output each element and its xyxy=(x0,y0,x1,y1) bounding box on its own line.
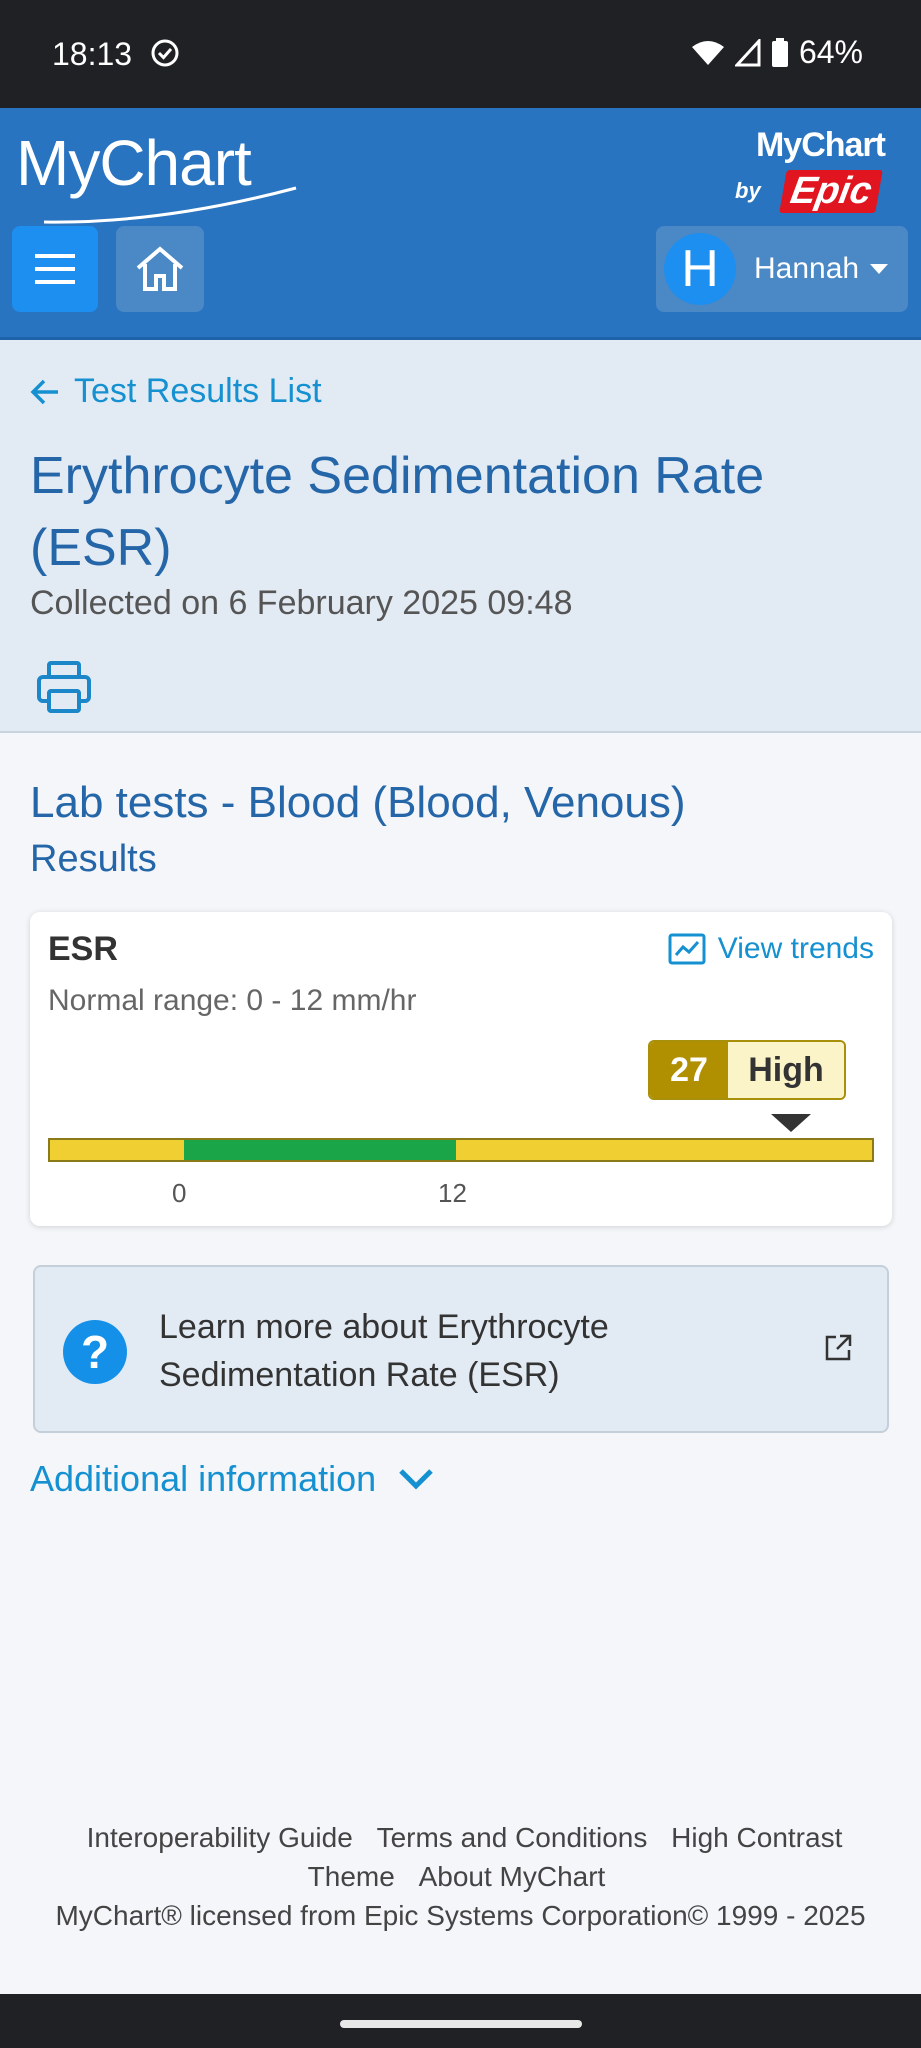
result-marker xyxy=(771,1114,811,1132)
navigation-bar xyxy=(0,1994,921,2048)
user-name: Hannah xyxy=(754,252,860,285)
range-high-label: 12 xyxy=(438,1178,467,1208)
result-card: ESR View trends Normal range: 0 - 12 mm/… xyxy=(30,912,892,1226)
view-trends-label: View trends xyxy=(717,932,874,965)
normal-range-segment xyxy=(184,1140,456,1160)
footer-link-terms[interactable]: Terms and Conditions xyxy=(377,1822,648,1853)
status-icons: 64% xyxy=(691,34,863,71)
home-gesture-handle[interactable] xyxy=(340,2020,582,2028)
footer-license: MyChart® licensed from Epic Systems Corp… xyxy=(55,1900,866,1931)
mychart-by-epic-logo: MyChart by Epic xyxy=(725,126,886,226)
home-icon xyxy=(136,246,184,291)
arrow-left-icon xyxy=(30,379,58,404)
page-title: Erythrocyte Sedimentation Rate (ESR) xyxy=(30,447,765,577)
section-title: Lab tests - Blood (Blood, Venous) xyxy=(30,778,686,827)
range-bar xyxy=(48,1138,874,1162)
additional-info-toggle[interactable]: Additional information xyxy=(30,1458,434,1500)
result-flag: High xyxy=(728,1042,844,1098)
home-button[interactable] xyxy=(116,226,204,312)
brand-by: by xyxy=(735,178,761,203)
check-circle-icon xyxy=(151,39,179,67)
collected-date: Collected on 6 February 2025 09:48 xyxy=(30,584,573,622)
wifi-icon xyxy=(691,40,724,65)
back-to-results-link[interactable]: Test Results List xyxy=(30,372,322,411)
chevron-down-icon xyxy=(399,1469,433,1490)
result-badge: 27 High xyxy=(648,1040,846,1100)
cell-signal-icon xyxy=(734,38,761,66)
footer-links: Interoperability Guide Terms and Conditi… xyxy=(40,1818,881,1896)
range-low-label: 0 xyxy=(172,1178,187,1208)
result-name: ESR xyxy=(48,930,118,968)
avatar: H xyxy=(664,233,736,305)
learn-more-link[interactable]: ? Learn more about Erythrocyte Sedimenta… xyxy=(33,1265,889,1433)
battery-percent: 64% xyxy=(798,34,863,70)
hamburger-icon xyxy=(35,254,75,284)
brand-epic: Epic xyxy=(778,170,883,213)
normal-range: Normal range: 0 - 12 mm/hr xyxy=(48,984,417,1017)
back-link-label: Test Results List xyxy=(74,372,322,410)
battery-icon xyxy=(771,37,788,67)
user-menu-button[interactable]: H Hannah xyxy=(656,226,908,312)
caret-down-icon xyxy=(870,264,888,274)
status-time: 18:13 xyxy=(52,36,133,72)
menu-button[interactable] xyxy=(12,226,98,312)
result-value: 27 xyxy=(650,1042,728,1098)
section-subtitle: Results xyxy=(30,838,157,880)
status-bar: 18:13 64% xyxy=(0,0,921,108)
footer-link-interoperability[interactable]: Interoperability Guide xyxy=(87,1822,353,1853)
trend-chart-icon xyxy=(668,933,706,965)
additional-info-label: Additional information xyxy=(30,1458,377,1499)
brand-mychart: MyChart xyxy=(755,126,886,164)
footer: Interoperability Guide Terms and Conditi… xyxy=(40,1818,881,1935)
learn-more-text: Learn more about Erythrocyte Sedimentati… xyxy=(159,1308,609,1394)
print-icon[interactable] xyxy=(36,660,92,714)
question-icon: ? xyxy=(63,1320,127,1384)
view-trends-link[interactable]: View trends xyxy=(668,932,874,966)
logo-swoosh xyxy=(43,186,297,224)
external-link-icon xyxy=(825,1334,852,1361)
app-header: MyChart MyChart by Epic H Hannah xyxy=(0,108,921,340)
footer-link-about[interactable]: About MyChart xyxy=(419,1861,606,1892)
title-section: Test Results List Erythrocyte Sedimentat… xyxy=(0,340,921,733)
